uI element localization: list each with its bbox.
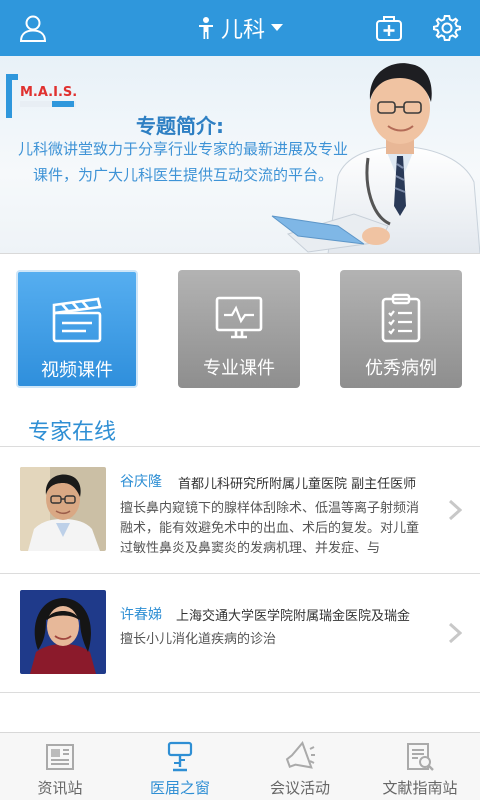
tile-professional-courseware[interactable]: 专业课件 [178,270,300,388]
megaphone-icon [285,741,315,769]
user-icon [19,15,47,42]
expert-org: 上海交通大学医学院附属瑞金医院及瑞金 [176,609,411,624]
nav-item-conferences[interactable]: 会议活动 [240,733,360,800]
expert-photo [20,467,106,551]
topic-banner[interactable]: M.A.I.S. 专题简介: 儿科微讲堂致力于分享行业专家的最新进展及专业课件，… [0,56,480,254]
gear-icon [433,15,461,41]
tile-label: 视频课件 [41,360,113,381]
expert-photo [20,590,106,674]
newspaper-icon [46,744,74,770]
video-clapper-icon [52,297,102,343]
expert-name: 许春娣 [120,607,162,623]
nav-item-medical-window[interactable]: 医届之窗 [120,733,240,800]
settings-button[interactable] [428,9,466,47]
nav-label: 资讯站 [37,779,83,797]
profile-button[interactable] [14,9,52,47]
expert-name: 谷庆隆 [120,474,162,490]
nav-item-news[interactable]: 资讯站 [0,733,120,800]
clipboard-icon [381,293,421,343]
expert-desc: 擅长鼻内窥镜下的腺样体刮除术、低温等离子射频消融术，能有效避免术中的出血、术后的… [120,501,420,556]
chevron-right-icon [448,622,462,644]
top-app-bar: 儿科 [0,0,480,56]
experts-section-title: 专家在线 [28,420,117,445]
tile-video-courseware[interactable]: 视频课件 [16,270,138,388]
bottom-navigation: 资讯站 医届之窗 会议活动 文献指南站 [0,732,480,800]
category-tiles: 视频课件 专业课件 优秀病例 [0,270,480,388]
doctor-illustration [271,63,480,253]
child-icon [198,17,213,39]
tile-label: 优秀病例 [365,358,437,379]
expert-row[interactable]: 谷庆隆 首都儿科研究所附属儿童医院 副主任医师 擅长鼻内窥镜下的腺样体刮除术、低… [0,447,480,573]
lamp-icon [167,741,193,772]
document-search-icon [407,743,434,771]
tile-label: 专业课件 [203,358,275,379]
expert-desc: 擅长小儿消化道疾病的诊治 [120,632,277,647]
nav-label: 医届之窗 [149,779,210,797]
divider [0,692,480,693]
nav-item-literature-guides[interactable]: 文献指南站 [360,733,480,800]
triangle-down-icon [271,24,283,31]
tile-excellent-cases[interactable]: 优秀病例 [340,270,462,388]
expert-row[interactable]: 许春娣 上海交通大学医学院附属瑞金医院及瑞金 擅长小儿消化道疾病的诊治 [0,574,480,692]
medical-kit-button[interactable] [370,9,408,47]
medical-kit-icon [376,16,402,41]
nav-label: 会议活动 [269,779,330,797]
page-title: 儿科 [220,18,265,43]
monitor-icon [215,296,263,339]
nav-label: 文献指南站 [382,779,458,797]
expert-org: 首都儿科研究所附属儿童医院 副主任医师 [178,477,417,492]
department-selector[interactable]: 儿科 [197,12,283,44]
chevron-right-icon [448,499,462,521]
svg-text:M.A.I.S.: M.A.I.S. [20,85,77,100]
